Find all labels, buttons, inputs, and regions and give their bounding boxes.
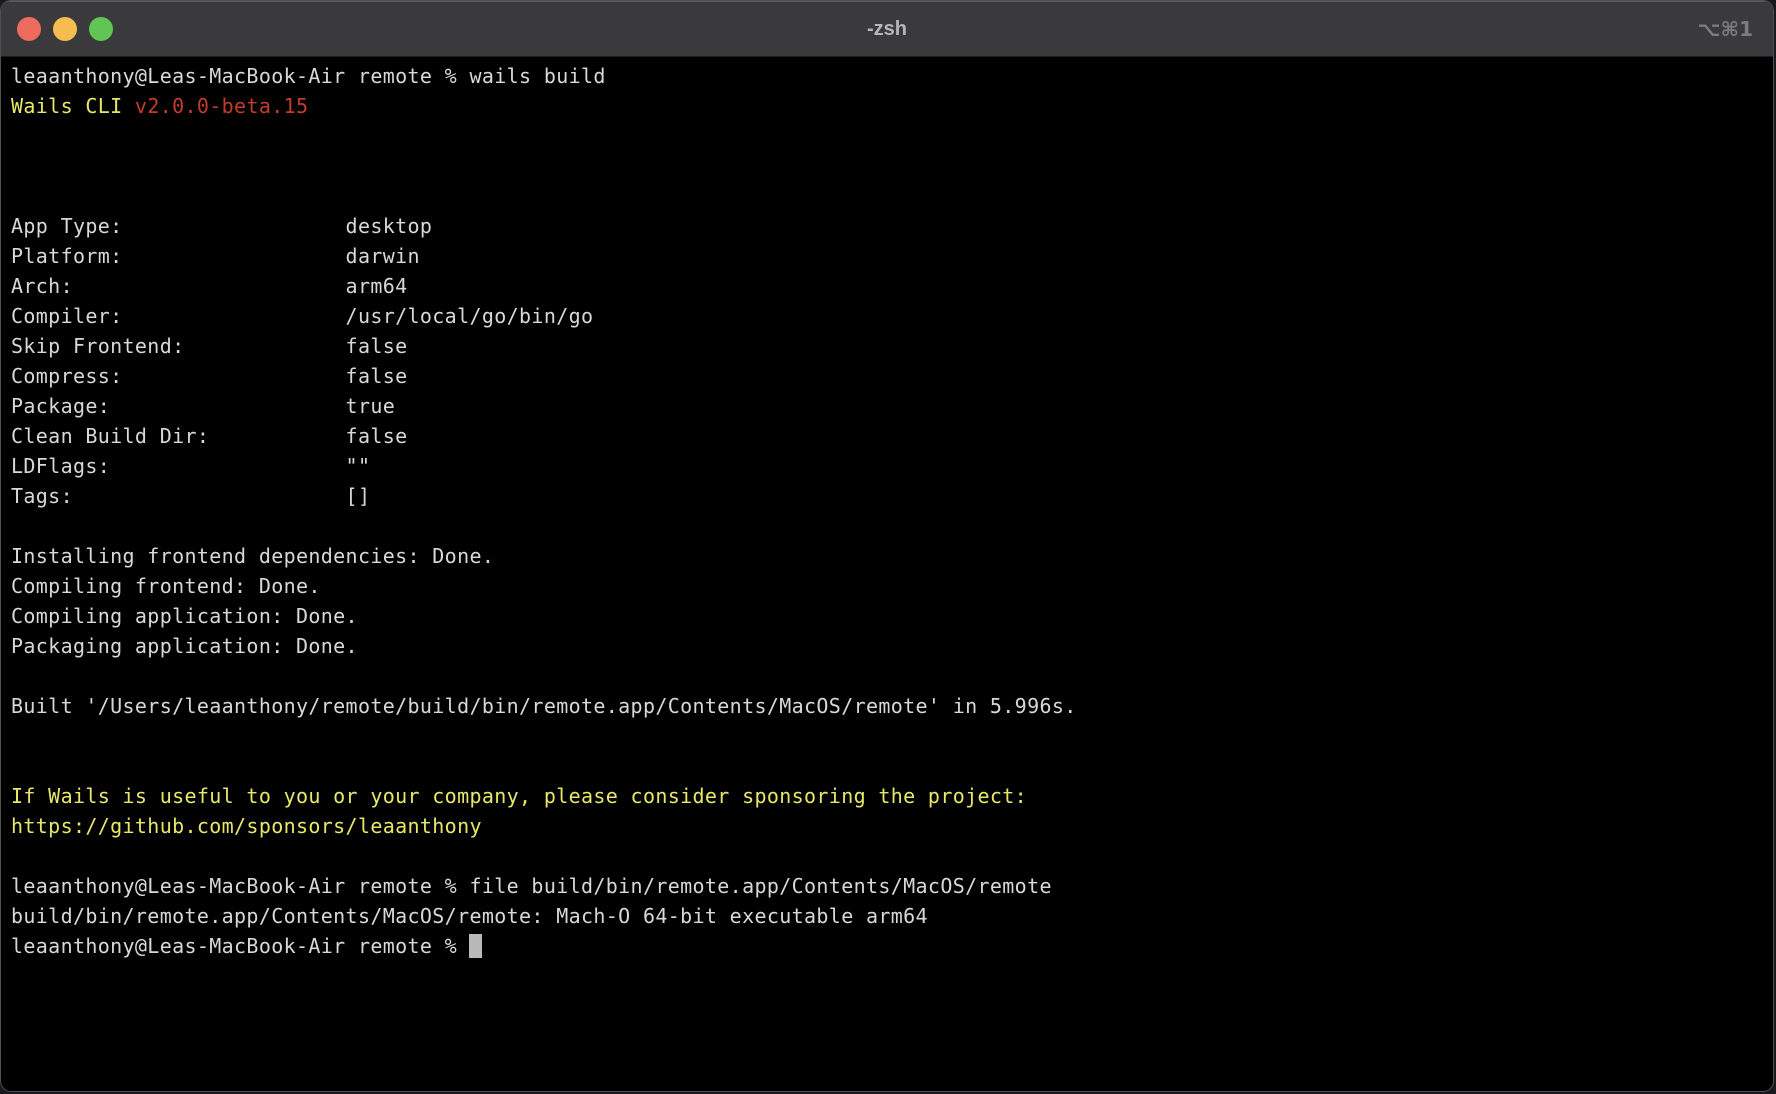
terminal-line: Platform: darwin <box>11 241 1763 271</box>
terminal-line: Built '/Users/leaanthony/remote/build/bi… <box>11 691 1763 721</box>
terminal-line: Skip Frontend: false <box>11 331 1763 361</box>
terminal-text-segment: leaanthony@Leas-MacBook-Air remote % <box>11 934 469 958</box>
terminal-text-segment: Packaging application: Done. <box>11 634 358 658</box>
terminal-text-segment: App Type: desktop <box>11 214 432 238</box>
terminal-text-segment: If Wails is useful to you or your compan… <box>11 784 1027 808</box>
terminal-line: Wails CLI v2.0.0-beta.15 <box>11 91 1763 121</box>
terminal-text-segment: Package: true <box>11 394 395 418</box>
terminal-line <box>11 661 1763 691</box>
terminal-line <box>11 841 1763 871</box>
terminal-text-segment: Compiling frontend: Done. <box>11 574 321 598</box>
window-title: -zsh <box>1 1 1773 57</box>
terminal-line: Clean Build Dir: false <box>11 421 1763 451</box>
terminal-line: App Type: desktop <box>11 211 1763 241</box>
terminal-line: leaanthony@Leas-MacBook-Air remote % wai… <box>11 61 1763 91</box>
terminal-text-segment: Tags: [] <box>11 484 370 508</box>
terminal-line <box>11 121 1763 151</box>
terminal-line <box>11 181 1763 211</box>
terminal-cursor <box>469 934 481 958</box>
terminal-text-segment: Platform: darwin <box>11 244 420 268</box>
terminal-line: https://github.com/sponsors/leaanthony <box>11 811 1763 841</box>
terminal-line: Compress: false <box>11 361 1763 391</box>
terminal-text-segment: LDFlags: "" <box>11 454 370 478</box>
terminal-line: Packaging application: Done. <box>11 631 1763 661</box>
terminal-line: Package: true <box>11 391 1763 421</box>
terminal-line <box>11 151 1763 181</box>
terminal-text-segment: Installing frontend dependencies: Done. <box>11 544 494 568</box>
terminal-line: Compiling frontend: Done. <box>11 571 1763 601</box>
terminal-line: Installing frontend dependencies: Done. <box>11 541 1763 571</box>
terminal-line: Tags: [] <box>11 481 1763 511</box>
terminal-line: Compiler: /usr/local/go/bin/go <box>11 301 1763 331</box>
terminal-text-segment: leaanthony@Leas-MacBook-Air remote % wai… <box>11 64 606 88</box>
terminal-line: leaanthony@Leas-MacBook-Air remote % fil… <box>11 871 1763 901</box>
terminal-line: leaanthony@Leas-MacBook-Air remote % <box>11 931 1763 961</box>
terminal-text-segment: Compiler: /usr/local/go/bin/go <box>11 304 593 328</box>
terminal-line: Arch: arm64 <box>11 271 1763 301</box>
terminal-line: build/bin/remote.app/Contents/MacOS/remo… <box>11 901 1763 931</box>
terminal-text-segment: Built '/Users/leaanthony/remote/build/bi… <box>11 694 1077 718</box>
terminal-text-segment: Arch: arm64 <box>11 274 408 298</box>
terminal-text-segment: Compiling application: Done. <box>11 604 358 628</box>
terminal-screen[interactable]: leaanthony@Leas-MacBook-Air remote % wai… <box>1 57 1773 961</box>
terminal-line <box>11 751 1763 781</box>
terminal-line: If Wails is useful to you or your compan… <box>11 781 1763 811</box>
keyboard-shortcut-badge: ⌥⌘1 <box>1697 1 1753 57</box>
terminal-text-segment: Skip Frontend: false <box>11 334 408 358</box>
terminal-line: Compiling application: Done. <box>11 601 1763 631</box>
terminal-text-segment: Compress: false <box>11 364 408 388</box>
terminal-text-segment: build/bin/remote.app/Contents/MacOS/remo… <box>11 904 928 928</box>
terminal-line <box>11 721 1763 751</box>
terminal-text-segment: v2.0.0-beta.15 <box>135 94 308 118</box>
terminal-text-segment: https://github.com/sponsors/leaanthony <box>11 814 482 838</box>
terminal-text-segment: Wails CLI <box>11 94 135 118</box>
terminal-text-segment: Clean Build Dir: false <box>11 424 408 448</box>
terminal-line <box>11 511 1763 541</box>
terminal-window: -zsh ⌥⌘1 leaanthony@Leas-MacBook-Air rem… <box>0 0 1774 1092</box>
terminal-line: LDFlags: "" <box>11 451 1763 481</box>
terminal-text-segment: leaanthony@Leas-MacBook-Air remote % fil… <box>11 874 1052 898</box>
titlebar[interactable]: -zsh ⌥⌘1 <box>1 1 1773 57</box>
